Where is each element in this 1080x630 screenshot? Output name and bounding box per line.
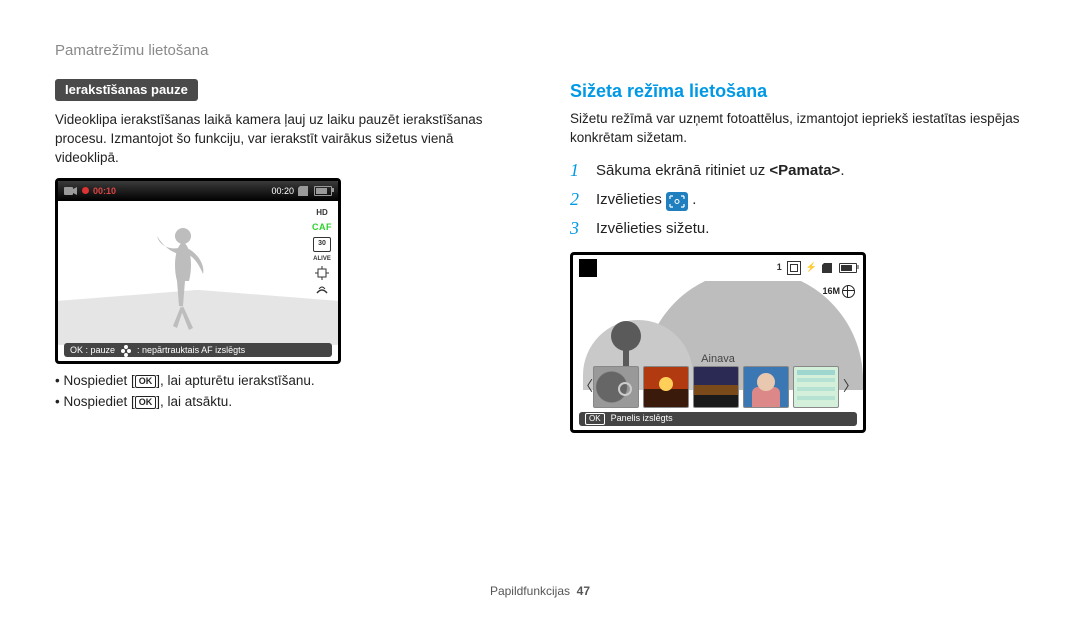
lcd-hint-bar: OK Panelis izslēgts bbox=[579, 412, 857, 426]
right-column: Sižeta režīma lietošana Sižetu režīmā va… bbox=[570, 79, 1025, 433]
footer-section: Papildfunkcijas bbox=[490, 584, 570, 598]
section-title: Sižeta režīma lietošana bbox=[570, 79, 1025, 104]
bullet-resume: • Nospiediet [OK], lai atsāktu. bbox=[55, 393, 510, 412]
scroll-right-arrow[interactable]: 〉 bbox=[843, 377, 853, 397]
figure-skater-silhouette bbox=[153, 226, 213, 336]
step-1: 1 Sākuma ekrānā ritiniet uz <Pamata>. bbox=[570, 158, 1025, 183]
scroll-left-arrow[interactable]: 〈 bbox=[579, 377, 589, 397]
scene-thumb-text[interactable] bbox=[793, 366, 839, 408]
scene-mode-icon bbox=[666, 192, 688, 211]
step-number: 1 bbox=[570, 158, 586, 183]
right-paragraph: Sižetu režīmā var uzņemt fotoattēlus, iz… bbox=[570, 110, 1025, 148]
subsection-tag: Ierakstīšanas pauze bbox=[55, 79, 198, 101]
camera-lcd-recording: 00:10 00:20 bbox=[55, 178, 341, 364]
page-footer: Papildfunkcijas 47 bbox=[0, 583, 1080, 600]
sd-card-icon bbox=[822, 263, 834, 273]
ok-pill: OK bbox=[585, 413, 605, 425]
flash-off-icon: ⚡ bbox=[806, 261, 817, 274]
step-number: 3 bbox=[570, 216, 586, 241]
breadcrumb: Pamatrežīmu lietošana bbox=[55, 40, 1025, 61]
alive-indicator: ALIVE bbox=[313, 255, 331, 263]
camcorder-icon bbox=[64, 186, 78, 196]
ok-pause-hint: OK : pauze bbox=[70, 344, 115, 357]
step-3: 3 Izvēlieties sižetu. bbox=[570, 216, 1025, 241]
step-number: 2 bbox=[570, 187, 586, 212]
page-number: 47 bbox=[577, 584, 590, 598]
left-paragraph: Videoklipa ierakstīšanas laikā kamera ļa… bbox=[55, 111, 510, 168]
scene-thumb-smart[interactable] bbox=[593, 366, 639, 408]
bullet-list: • Nospiediet [OK], lai apturētu ierakstī… bbox=[55, 372, 510, 412]
lcd-top-bar: 00:10 00:20 bbox=[58, 181, 338, 201]
scene-thumb-dawn[interactable] bbox=[693, 366, 739, 408]
step-2: 2 Izvēlieties . bbox=[570, 187, 1025, 212]
wind-cut-icon bbox=[315, 283, 329, 297]
battery-icon bbox=[314, 186, 332, 196]
record-dot-icon bbox=[82, 187, 89, 194]
scene-thumbnail-strip: 〈 〉 bbox=[579, 365, 857, 410]
elapsed-time: 00:10 bbox=[93, 185, 116, 198]
stabilizer-icon bbox=[315, 266, 329, 280]
bullet-pause: • Nospiediet [OK], lai apturētu ierakstī… bbox=[55, 372, 510, 391]
sd-card-icon bbox=[298, 186, 310, 196]
scene-thumb-portrait[interactable] bbox=[743, 366, 789, 408]
focus-area-icon bbox=[787, 261, 801, 275]
lcd-side-indicators: HD CAF 30 ALIVE bbox=[312, 207, 332, 297]
manual-page: Pamatrežīmu lietošana Ierakstīšanas pauz… bbox=[0, 0, 1080, 630]
shot-count: 1 bbox=[777, 261, 782, 274]
scene-thumb-sunset[interactable] bbox=[643, 366, 689, 408]
macro-flower-icon bbox=[121, 345, 131, 355]
lcd-hint-bar: OK : pauze : nepārtrauktais AF izslēgts bbox=[64, 343, 332, 357]
mode-indicator bbox=[579, 259, 597, 277]
caf-indicator: CAF bbox=[312, 221, 332, 234]
af-off-hint: : nepārtrauktais AF izslēgts bbox=[137, 344, 245, 357]
ok-button-glyph: OK bbox=[135, 375, 157, 388]
panel-off-hint: Panelis izslēgts bbox=[611, 412, 673, 425]
camera-lcd-scene: 1 ⚡ 16M Ainava bbox=[570, 252, 866, 433]
hd-indicator: HD bbox=[316, 207, 328, 218]
step-1-target: <Pamata> bbox=[769, 162, 840, 179]
fps-indicator: 30 bbox=[313, 237, 331, 252]
two-column-layout: Ierakstīšanas pauze Videoklipa ierakstīš… bbox=[55, 79, 1025, 433]
total-time: 00:20 bbox=[271, 185, 294, 198]
left-column: Ierakstīšanas pauze Videoklipa ierakstīš… bbox=[55, 79, 510, 433]
ok-button-glyph: OK bbox=[135, 396, 157, 409]
lcd-top-row: 1 ⚡ bbox=[579, 259, 857, 277]
battery-icon bbox=[839, 263, 857, 273]
step-list: 1 Sākuma ekrānā ritiniet uz <Pamata>. 2 … bbox=[570, 158, 1025, 242]
